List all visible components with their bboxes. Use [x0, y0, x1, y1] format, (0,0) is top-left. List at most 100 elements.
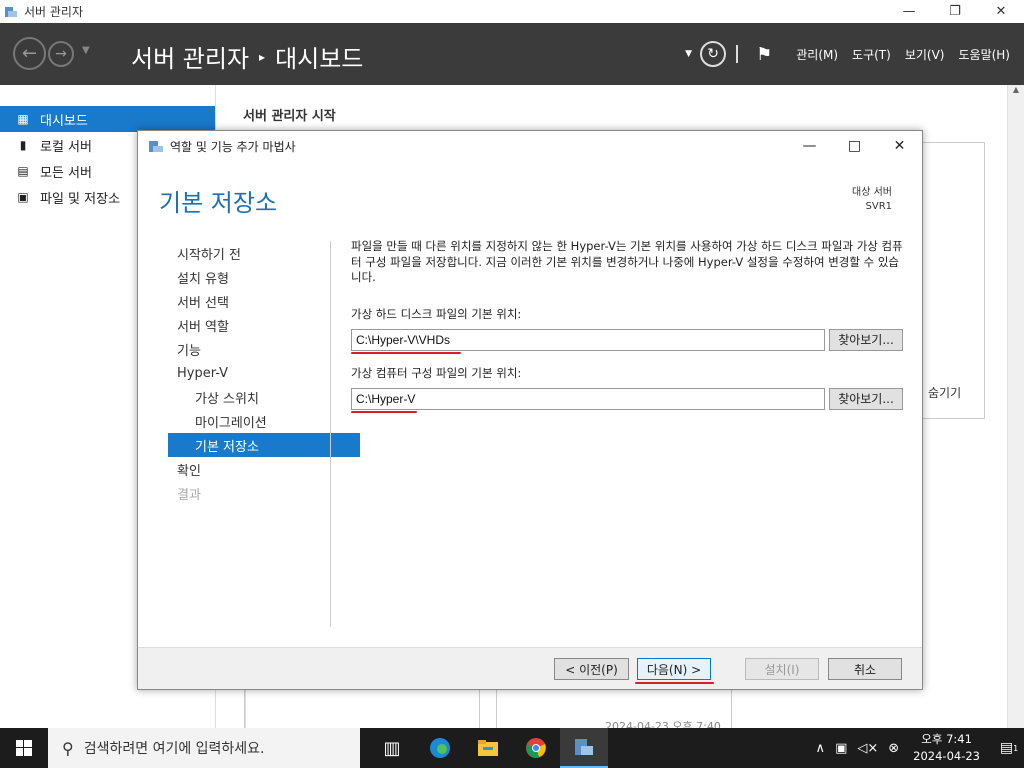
server-manager-icon[interactable] — [560, 728, 608, 768]
wizard-title: 역할 및 기능 추가 마법사 — [170, 139, 296, 154]
restore-button[interactable]: ❐ — [932, 0, 978, 23]
wizard-minimize-button[interactable]: — — [787, 131, 832, 161]
step-features[interactable]: 기능 — [168, 337, 360, 361]
step-confirmation[interactable]: 확인 — [168, 457, 360, 481]
install-button: 설치(I) — [745, 658, 819, 680]
step-server-selection[interactable]: 서버 선택 — [168, 289, 360, 313]
refresh-icon[interactable]: ↻ — [700, 41, 727, 67]
folder-logo — [478, 740, 498, 756]
step-server-roles[interactable]: 서버 역할 — [168, 313, 360, 337]
sidebar-item-label: 모든 서버 — [40, 165, 92, 181]
server-manager-titlebar: 서버 관리자 — ❐ ✕ — [0, 0, 1024, 23]
server-icon: ▮ — [19, 138, 27, 152]
network-icon[interactable]: ▣ — [835, 741, 847, 756]
step-migration[interactable]: 마이그레이션 — [168, 409, 360, 433]
chrome-icon[interactable] — [512, 728, 560, 768]
cancel-button[interactable]: 취소 — [828, 658, 902, 680]
vhd-highlight-underline — [351, 351, 461, 354]
wizard-steps: 시작하기 전 설치 유형 서버 선택 서버 역할 기능 Hyper-V 가상 스… — [168, 241, 360, 505]
breadcrumb: 서버 관리자 ▸ 대시보드 — [131, 39, 363, 74]
notification-count: 1 — [1013, 743, 1019, 753]
welcome-card — [921, 142, 985, 419]
back-icon[interactable]: ← — [13, 37, 46, 70]
previous-button[interactable]: < 이전(P) — [554, 658, 629, 680]
minimize-button[interactable]: — — [886, 0, 932, 23]
task-view-icon[interactable]: ▥ — [368, 728, 416, 768]
target-server-value: SVR1 — [865, 201, 893, 212]
flag-icon[interactable]: ⚑ — [756, 44, 772, 65]
hide-link[interactable]: 숨기기 — [928, 384, 961, 401]
main-scrollbar[interactable]: ▲ — [1007, 85, 1024, 728]
clock[interactable]: 오후 7:41 2024-04-23 — [913, 731, 980, 765]
menu-manage[interactable]: 관리(M) — [796, 46, 838, 63]
search-icon: ⚲ — [62, 738, 74, 758]
chevron-up-icon[interactable]: ∧ — [816, 741, 826, 756]
edge-logo — [430, 738, 450, 758]
volume-muted-icon[interactable]: ◁× — [857, 741, 878, 756]
start-title: 서버 관리자 시작 — [243, 109, 336, 124]
vhd-browse-button[interactable]: 찾아보기... — [829, 328, 903, 351]
vhd-location-label: 가상 하드 디스크 파일의 기본 위치: — [351, 306, 522, 321]
menu-view[interactable]: 보기(V) — [905, 46, 945, 63]
clock-time: 오후 7:41 — [921, 732, 972, 746]
server-manager-logo — [575, 739, 593, 755]
wizard-titlebar: 역할 및 기능 추가 마법사 — □ ✕ — [138, 131, 922, 161]
wizard-close-button[interactable]: ✕ — [877, 131, 922, 161]
next-highlight-underline — [635, 682, 714, 684]
server-manager-app-icon — [5, 6, 17, 17]
sidebar-item-label: 로컬 서버 — [40, 139, 92, 155]
wizard-maximize-button[interactable]: □ — [832, 131, 877, 161]
step-hyper-v[interactable]: Hyper-V — [168, 361, 360, 385]
file-explorer-icon[interactable] — [464, 728, 512, 768]
step-default-stores[interactable]: 기본 저장소 — [168, 433, 360, 457]
target-server-label: 대상 서버 — [852, 187, 892, 198]
vhd-location-input[interactable]: C:\Hyper-V\VHDs — [351, 328, 825, 351]
vm-location-label: 가상 컴퓨터 구성 파일의 기본 위치: — [351, 365, 522, 380]
menu-tools[interactable]: 도구(T) — [852, 46, 891, 63]
error-icon[interactable]: ⊗ — [888, 741, 899, 756]
wizard-content: 파일을 만들 때 다른 위치를 지정하지 않는 한 Hyper-V는 기본 위치… — [351, 239, 906, 413]
step-virtual-switches[interactable]: 가상 스위치 — [168, 385, 360, 409]
taskbar: ⚲ 검색하려면 여기에 입력하세요. ▥ ∧ ▣ ◁× ⊗ 오후 7:41 20… — [0, 728, 1024, 768]
close-button[interactable]: ✕ — [978, 0, 1024, 23]
description-text: 파일을 만들 때 다른 위치를 지정하지 않는 한 Hyper-V는 기본 위치… — [351, 239, 903, 284]
dropdown-icon[interactable]: ▼ — [685, 49, 692, 59]
start-button[interactable] — [0, 728, 48, 768]
search-placeholder: 검색하려면 여기에 입력하세요. — [83, 741, 265, 757]
vm-location-input[interactable]: C:\Hyper-V — [351, 387, 825, 410]
step-results: 결과 — [177, 487, 201, 503]
taskbar-search[interactable]: ⚲ 검색하려면 여기에 입력하세요. — [48, 728, 360, 768]
breadcrumb-page: 대시보드 — [275, 45, 364, 73]
sidebar-item-label: 대시보드 — [40, 113, 88, 129]
forward-icon[interactable]: → — [48, 41, 74, 67]
sidebar-item-label: 파일 및 저장소 — [40, 191, 121, 207]
breadcrumb-root[interactable]: 서버 관리자 — [131, 39, 249, 74]
wizard-heading: 기본 저장소 — [159, 189, 278, 217]
next-button[interactable]: 다음(N) > — [637, 658, 711, 680]
vm-browse-button[interactable]: 찾아보기... — [829, 387, 903, 410]
notification-icon: ▤ — [999, 740, 1014, 756]
history-dropdown-icon[interactable]: ▼ — [82, 45, 90, 56]
chrome-logo — [526, 738, 546, 758]
sidebar-item-dashboard[interactable]: ▦ 대시보드 — [0, 106, 215, 132]
system-tray: ∧ ▣ ◁× ⊗ 오후 7:41 2024-04-23 ▤ 1 — [816, 728, 1024, 768]
window-title: 서버 관리자 — [24, 5, 84, 19]
steps-divider — [330, 241, 331, 627]
wizard-app-icon — [149, 141, 163, 152]
server-manager-header: ← → ▼ 서버 관리자 ▸ 대시보드 ▼ ↻ ⚑ 관리(M) 도구(T) 보기… — [0, 23, 1024, 85]
vm-highlight-underline — [351, 410, 417, 413]
target-server: 대상 서버 SVR1 — [852, 186, 892, 214]
servers-icon: ▤ — [17, 164, 29, 178]
header-divider — [736, 45, 739, 63]
breadcrumb-separator-icon: ▸ — [259, 49, 266, 64]
clock-date: 2024-04-23 — [913, 749, 980, 763]
scroll-up-icon[interactable]: ▲ — [1008, 85, 1024, 94]
edge-icon[interactable] — [416, 728, 464, 768]
notification-center-icon[interactable]: ▤ 1 — [994, 740, 1024, 756]
windows-logo-icon — [16, 740, 32, 756]
menu-help[interactable]: 도움말(H) — [958, 46, 1010, 63]
step-installation-type[interactable]: 설치 유형 — [168, 265, 360, 289]
dashboard-icon: ▦ — [17, 112, 29, 126]
tile-box — [244, 690, 480, 730]
step-before-you-begin[interactable]: 시작하기 전 — [168, 241, 360, 265]
